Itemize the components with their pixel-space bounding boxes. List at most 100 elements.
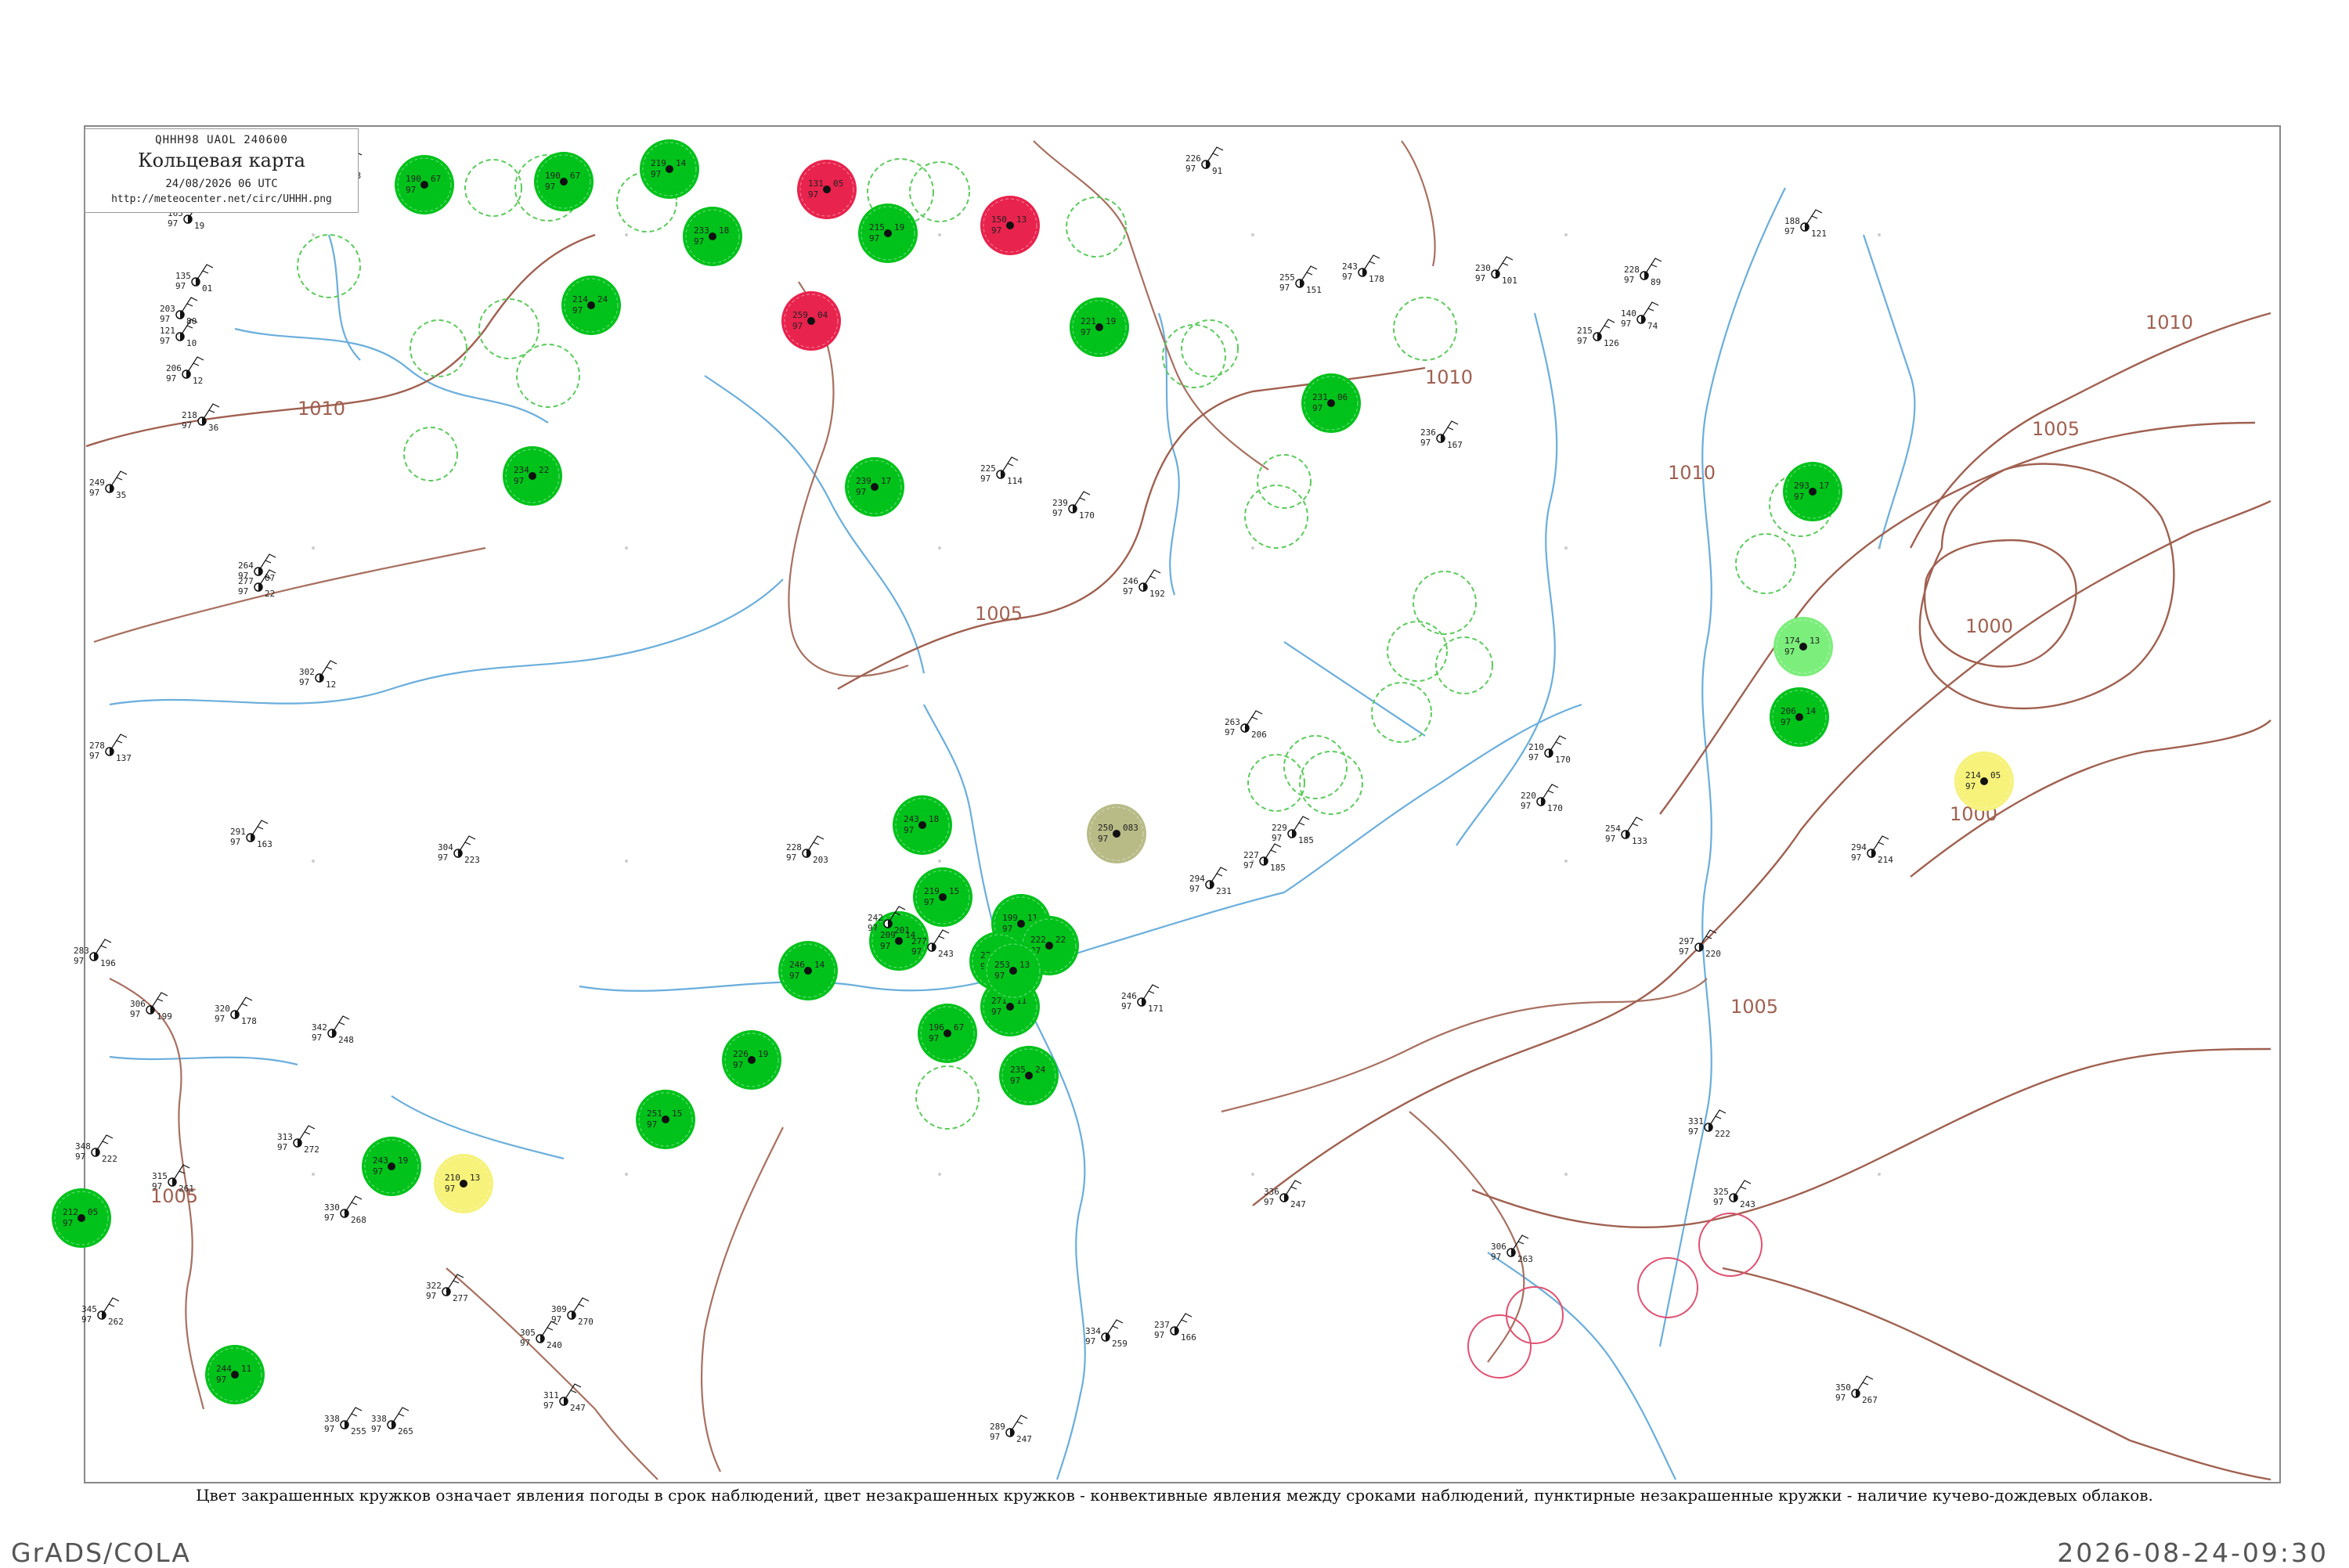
station-value-label: 246 xyxy=(1123,576,1138,586)
circle-value-label: 97 xyxy=(1965,781,1976,791)
circle-value-label: 97 xyxy=(545,182,555,192)
station-value-label: 97 xyxy=(551,1314,561,1325)
circle-value-label: 259 xyxy=(792,310,808,320)
circle-value-label: 246 xyxy=(789,960,805,970)
circle-value-label: 22 xyxy=(1055,935,1066,945)
station-value-label: 97 xyxy=(520,1338,530,1348)
circle-value-label: 19 xyxy=(758,1049,768,1059)
circle-value-label: 18 xyxy=(929,814,939,824)
station-value-label: 178 xyxy=(1369,274,1384,284)
station-value-label: 97 xyxy=(89,488,99,498)
station-value-label: 97 xyxy=(786,852,796,863)
synoptic-map: 1010 1010 1005 1005 1000 1010 1010 1005 … xyxy=(0,0,2349,1566)
station-value-label: 178 xyxy=(241,1016,257,1026)
station-value-label: 309 xyxy=(551,1304,567,1314)
circle-value-label: 233 xyxy=(694,225,709,236)
station-value-label: 247 xyxy=(1290,1199,1306,1209)
weather-circle-fog: 21497 05 xyxy=(1954,752,2014,811)
circle-value-label: 251 xyxy=(647,1108,662,1119)
station-value-label: 254 xyxy=(1605,824,1621,834)
circle-value-label: 97 xyxy=(808,189,818,200)
station-dot xyxy=(231,1371,239,1379)
weather-circle-heavy: 23997 17 xyxy=(845,457,904,517)
station-dot xyxy=(871,483,879,491)
circle-value-label: 97 xyxy=(991,1007,1001,1017)
circle-value-label: 19 xyxy=(398,1155,408,1166)
map-caption: Цвет закрашенных кружков означает явлени… xyxy=(196,1486,2153,1505)
weather-circle-heavy: 19097 67 xyxy=(534,152,594,211)
station-value-label: 97 xyxy=(1123,586,1133,597)
station-dot xyxy=(560,178,568,186)
weather-circle-heavy: 23597 24 xyxy=(999,1046,1059,1105)
station-value-label: 255 xyxy=(1279,272,1295,283)
station-value-label: 97 xyxy=(1679,946,1689,957)
weather-circle-heavy: 19697 67 xyxy=(918,1004,977,1063)
station-value-label: 243 xyxy=(938,949,954,959)
station-dot xyxy=(804,967,812,975)
station-value-label: 97 xyxy=(215,1014,225,1024)
station-value-label: 97 xyxy=(1491,1252,1501,1262)
weather-circle-heavy: 24397 19 xyxy=(362,1137,421,1196)
station-value-label: 36 xyxy=(208,423,218,433)
circle-value-label: 97 xyxy=(904,825,914,835)
station-value-label: 270 xyxy=(578,1317,594,1327)
station-value-label: 97 xyxy=(1085,1336,1095,1346)
isobar-label: 1010 xyxy=(2145,312,2193,333)
weather-circle-heavy: 23497 22 xyxy=(503,446,562,506)
station-value-label: 97 xyxy=(74,956,84,966)
weather-circle-heavy: 21997 15 xyxy=(913,867,972,927)
software-credit: GrADS/COLA xyxy=(11,1537,191,1568)
station-value-label: 294 xyxy=(1851,842,1867,852)
circle-value-label: 97 xyxy=(880,941,890,951)
station-value-label: 97 xyxy=(1225,727,1235,737)
station-dot xyxy=(939,893,947,901)
station-value-label: 263 xyxy=(1225,717,1240,727)
station-value-label: 97 xyxy=(1521,801,1531,811)
circle-value-label: 97 xyxy=(929,1033,939,1044)
station-value-label: 97 xyxy=(1621,319,1631,329)
station-value-label: 247 xyxy=(1016,1434,1032,1444)
station-value-label: 229 xyxy=(1272,823,1287,833)
station-value-label: 171 xyxy=(1148,1004,1164,1014)
station-value-label: 163 xyxy=(257,839,272,849)
weather-circle-heavy: 21597 19 xyxy=(858,204,918,263)
station-value-label: 294 xyxy=(1189,874,1205,884)
circle-value-label: 243 xyxy=(373,1155,388,1166)
isobar-label: 1010 xyxy=(1425,366,1473,388)
isobar-label: 1010 xyxy=(298,398,345,420)
station-value-label: 268 xyxy=(351,1215,366,1225)
weather-circle-heavy: 25197 15 xyxy=(636,1090,695,1149)
circle-value-label: 19 xyxy=(894,222,904,232)
circle-value-label: 250 xyxy=(1098,823,1113,833)
station-dot xyxy=(1006,1003,1014,1011)
circle-value-label: 190 xyxy=(545,171,561,181)
station-dot xyxy=(1113,830,1120,838)
circle-value-label: 210 xyxy=(445,1173,460,1183)
circle-value-label: 05 xyxy=(88,1207,98,1217)
station-value-label: 74 xyxy=(1647,321,1658,331)
station-value-label: 167 xyxy=(1447,440,1463,450)
circle-value-label: 206 xyxy=(1781,706,1796,716)
station-value-label: 01 xyxy=(202,283,212,294)
map-source-url[interactable]: http://meteocenter.net/circ/UHHH.png xyxy=(85,193,358,205)
station-value-label: 322 xyxy=(426,1281,442,1291)
station-dot xyxy=(1025,1072,1033,1080)
station-value-label: 265 xyxy=(398,1426,413,1436)
circle-value-label: 97 xyxy=(924,897,934,907)
circle-value-label: 13 xyxy=(470,1173,480,1183)
circle-value-label: 190 xyxy=(406,174,421,184)
circle-value-label: 239 xyxy=(856,476,871,486)
station-value-label: 97 xyxy=(1420,438,1431,448)
station-value-label: 121 xyxy=(1811,229,1827,239)
station-value-label: 97 xyxy=(152,1181,162,1191)
weather-circle-heavy: 29397 17 xyxy=(1783,462,1842,521)
station-value-label: 196 xyxy=(100,958,116,968)
station-value-label: 272 xyxy=(304,1144,319,1155)
station-dot xyxy=(823,186,831,193)
station-value-label: 277 xyxy=(238,576,254,586)
circle-value-label: 06 xyxy=(1337,392,1348,402)
map-header-box: QHHH98 UAOL 240600 Кольцевая карта 24/08… xyxy=(85,128,359,213)
station-value-label: 230 xyxy=(1475,263,1491,273)
circle-value-label: 14 xyxy=(1806,706,1817,716)
circle-value-label: 209 xyxy=(880,930,896,940)
